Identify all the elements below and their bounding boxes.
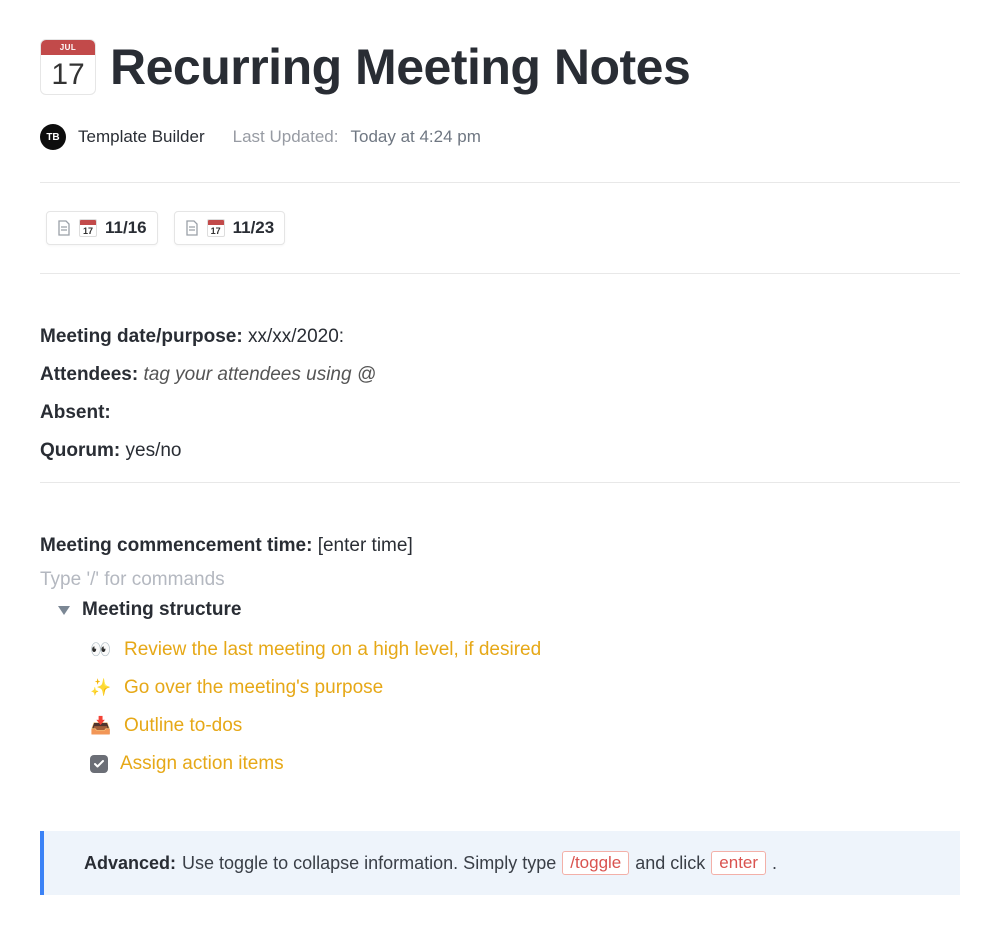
item-text: Review the last meeting on a high level,… [124, 631, 541, 669]
advanced-callout: Advanced: Use toggle to collapse informa… [40, 831, 960, 895]
list-item[interactable]: Assign action items [90, 745, 960, 783]
linked-page-chip[interactable]: 17 11/16 [46, 211, 158, 245]
toggle-block[interactable]: Meeting structure [58, 599, 960, 621]
document-icon [185, 220, 199, 236]
field-value: yes/no [126, 440, 182, 461]
slash-command-placeholder[interactable]: Type '/' for commands [40, 569, 960, 591]
linked-page-chip[interactable]: 17 11/23 [174, 211, 286, 245]
list-item[interactable]: 👀 Review the last meeting on a high leve… [90, 631, 960, 669]
field-quorum[interactable]: Quorum: yes/no [40, 432, 960, 470]
chevron-down-icon[interactable] [58, 606, 70, 615]
calendar-icon-month: JUL [41, 40, 95, 55]
callout-text: and click [635, 853, 705, 874]
field-absent[interactable]: Absent: [40, 394, 960, 432]
commencement-section[interactable]: Meeting commencement time: [enter time] … [40, 483, 960, 783]
inbox-icon: 📥 [90, 709, 112, 743]
list-item[interactable]: 📥 Outline to-dos [90, 707, 960, 745]
list-item[interactable]: ✨ Go over the meeting's purpose [90, 669, 960, 707]
field-value: tag your attendees using @ [143, 364, 376, 385]
linked-pages-row: 17 11/16 17 11/23 [40, 183, 960, 273]
eyes-icon: 👀 [90, 633, 112, 667]
field-commencement[interactable]: Meeting commencement time: [enter time] [40, 527, 960, 565]
calendar-icon-day: 17 [41, 55, 95, 94]
meeting-structure-list: 👀 Review the last meeting on a high leve… [90, 631, 960, 783]
field-label: Quorum: [40, 440, 120, 461]
calendar-icon: 17 [207, 219, 225, 237]
calendar-icon: 17 [79, 219, 97, 237]
calendar-icon: JUL 17 [40, 39, 96, 95]
field-label: Attendees: [40, 364, 138, 385]
field-value: xx/xx/2020: [248, 326, 344, 347]
meeting-info-section[interactable]: Meeting date/purpose: xx/xx/2020: Attend… [40, 274, 960, 482]
page-title: Recurring Meeting Notes [110, 38, 690, 96]
field-value: [enter time] [318, 535, 413, 556]
meta-row: TB Template Builder Last Updated: Today … [40, 124, 960, 150]
callout-period: . [772, 853, 777, 874]
document-icon [57, 220, 71, 236]
updated-value: Today at 4:24 pm [350, 127, 480, 147]
field-label: Absent: [40, 402, 111, 423]
callout-label: Advanced: [84, 853, 176, 874]
item-text: Assign action items [120, 745, 284, 783]
checkbox-checked-icon [90, 755, 108, 773]
author-avatar[interactable]: TB [40, 124, 66, 150]
field-attendees[interactable]: Attendees: tag your attendees using @ [40, 356, 960, 394]
item-text: Go over the meeting's purpose [124, 669, 383, 707]
sparkles-icon: ✨ [90, 671, 112, 705]
field-label: Meeting commencement time: [40, 535, 312, 556]
chip-label: 11/23 [233, 218, 275, 238]
toggle-title: Meeting structure [82, 599, 241, 621]
item-text: Outline to-dos [124, 707, 242, 745]
callout-text: Use toggle to collapse information. Simp… [182, 853, 556, 874]
author-name: Template Builder [78, 127, 205, 147]
chip-label: 11/16 [105, 218, 147, 238]
updated-label: Last Updated: [233, 127, 339, 147]
field-label: Meeting date/purpose: [40, 326, 243, 347]
title-row: JUL 17 Recurring Meeting Notes [40, 38, 960, 96]
field-meeting-date[interactable]: Meeting date/purpose: xx/xx/2020: [40, 318, 960, 356]
